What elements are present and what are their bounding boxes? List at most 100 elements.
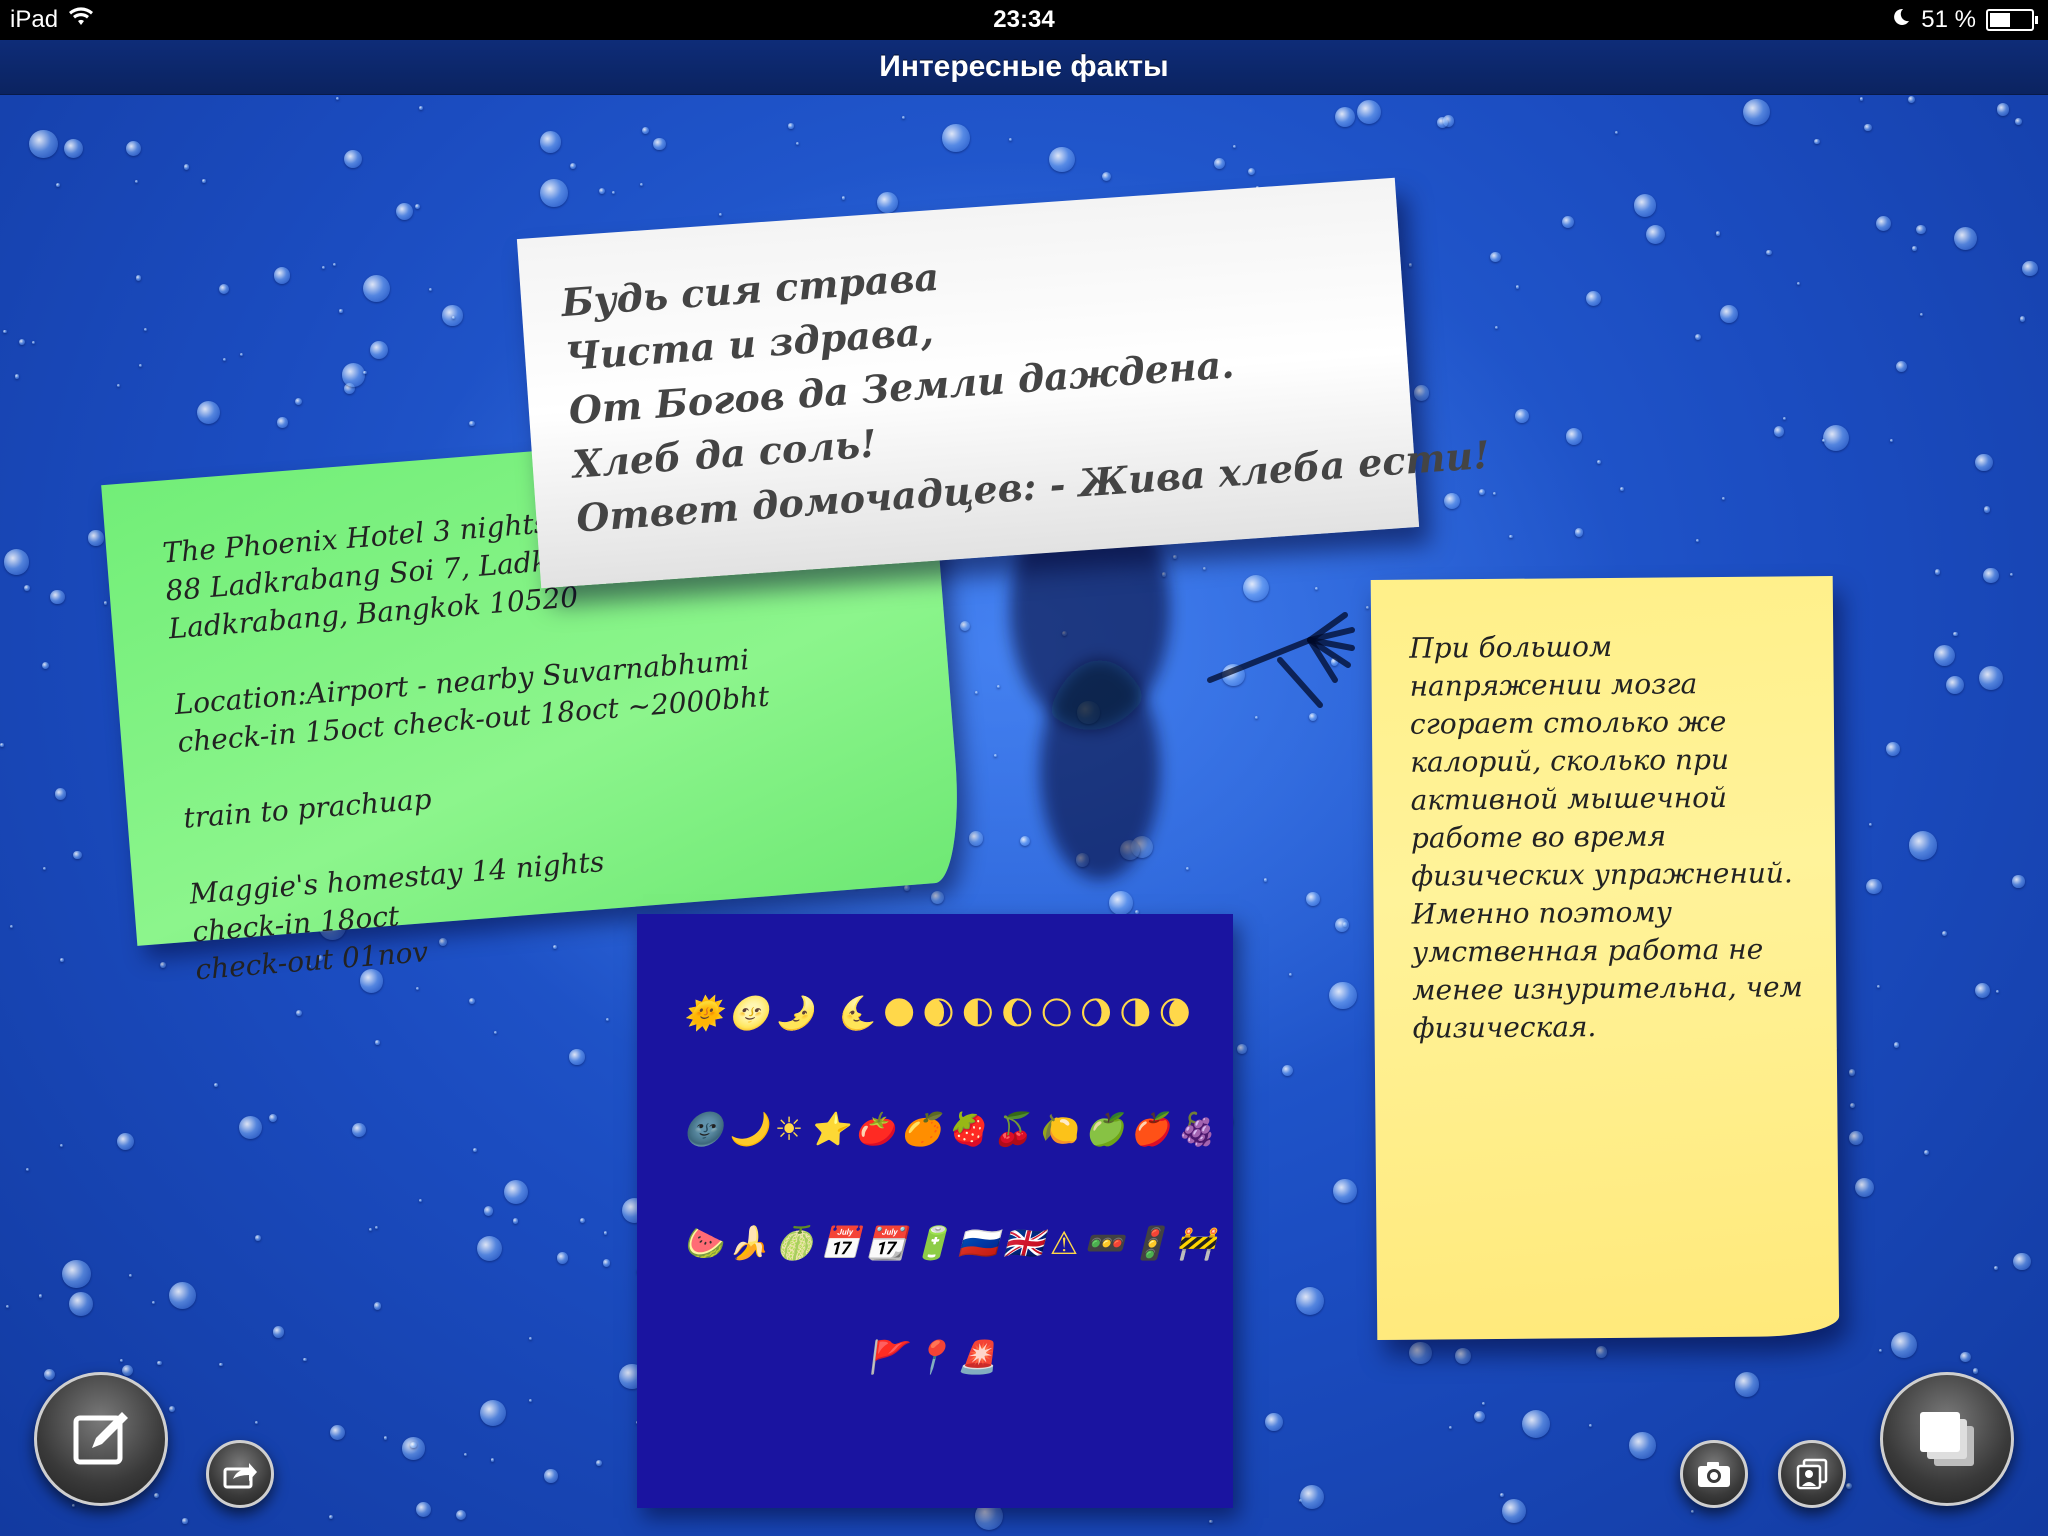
water-drop xyxy=(352,1122,367,1137)
water-drop xyxy=(1562,216,1575,229)
emoji-row: 🌚🌙☀⭐🍅🍊🍓🍒🍋🍏🍎🍇 xyxy=(683,1110,1222,1148)
water-drop xyxy=(135,275,142,282)
water-drop xyxy=(1595,1346,1608,1359)
status-time: 23:34 xyxy=(993,6,1055,33)
water-drop xyxy=(1720,305,1739,323)
camera-button[interactable] xyxy=(1680,1440,1748,1508)
photo-library-icon xyxy=(1796,1458,1828,1490)
water-drop xyxy=(1875,216,1891,232)
water-drop xyxy=(930,890,945,905)
water-drop xyxy=(54,788,67,800)
water-drop xyxy=(1886,742,1901,757)
water-drop xyxy=(339,309,343,313)
yellow-note-line: Именно поэтому xyxy=(1411,895,1673,931)
water-drop xyxy=(202,179,206,183)
water-drop xyxy=(73,851,82,860)
notes-stack-button[interactable] xyxy=(1880,1372,2014,1506)
water-drop xyxy=(1335,107,1356,128)
water-drop xyxy=(23,584,31,591)
water-drop xyxy=(56,183,61,187)
water-drop xyxy=(342,363,366,387)
sticky-note-emoji[interactable]: 🌞🌝🌛 🌜🌑🌒🌓🌔🌕🌖🌗🌘 🌚🌙☀⭐🍅🍊🍓🍒🍋🍏🍎🍇 🍉🍌🍈📅📆🔋🇷🇺🇬🇧⚠🚥🚦… xyxy=(637,914,1233,1508)
water-drop xyxy=(1912,246,1917,251)
water-drop xyxy=(903,885,911,892)
sticky-note-yellow[interactable]: При большом напряжении мозга сгорает сто… xyxy=(1370,575,1840,1341)
water-drop xyxy=(528,1336,532,1340)
water-drop xyxy=(1915,224,1926,235)
water-drop xyxy=(1923,1149,1930,1156)
notes-stack-icon xyxy=(1920,1412,1974,1466)
water-drop xyxy=(2012,875,2025,888)
yellow-note-line: сгорает столько же xyxy=(1409,704,1727,741)
water-drop xyxy=(3,329,7,334)
camera-icon xyxy=(1698,1462,1730,1487)
water-drop xyxy=(1863,123,1872,132)
yellow-note-line: физическая. xyxy=(1412,1010,1597,1045)
water-drop xyxy=(602,1259,611,1267)
water-drop xyxy=(544,1469,558,1483)
water-drop xyxy=(42,867,46,871)
emoji-row: 🍉🍌🍈📅📆🔋🇷🇺🇬🇧⚠🚥🚦🚧 xyxy=(683,1224,1222,1262)
water-drop xyxy=(369,1227,373,1231)
water-drop xyxy=(28,129,58,159)
water-drop xyxy=(219,1362,224,1367)
water-drop xyxy=(38,1294,43,1298)
water-drop xyxy=(223,358,227,362)
water-drop xyxy=(277,417,288,428)
water-drop xyxy=(125,141,141,157)
photo-library-button[interactable] xyxy=(1778,1440,1846,1508)
yellow-note-line: физических упражнений. xyxy=(1411,856,1793,893)
water-drop xyxy=(1715,230,1721,236)
water-drop xyxy=(1694,333,1701,340)
water-drop xyxy=(642,126,650,134)
water-drop xyxy=(1743,98,1771,126)
water-drop xyxy=(1933,644,1955,667)
water-drop xyxy=(1690,1509,1695,1514)
water-drop xyxy=(1494,326,1498,330)
water-drop xyxy=(14,374,20,379)
water-drop xyxy=(1509,534,1513,538)
water-drop xyxy=(1522,1410,1551,1439)
compose-icon xyxy=(73,1412,128,1465)
yellow-note-text: При большом напряжении мозга сгорает сто… xyxy=(1409,626,1823,1048)
water-drop xyxy=(1695,539,1699,543)
water-drop xyxy=(539,131,562,153)
sticky-note-white[interactable]: Будь сия страва Чиста и здрава, От Богов… xyxy=(516,177,1491,589)
water-drop xyxy=(1295,1287,1324,1316)
water-drop xyxy=(1859,97,1863,101)
water-drop xyxy=(1953,226,1977,250)
emoji-row: 🚩📍🚨 xyxy=(866,1338,1004,1376)
water-drop xyxy=(169,1282,197,1309)
water-drop xyxy=(1993,1265,1998,1270)
water-drop xyxy=(60,958,64,962)
water-drop xyxy=(1482,1401,1486,1405)
water-drop xyxy=(472,1147,477,1152)
shadow-figure-icon xyxy=(1010,520,1355,880)
water-drop xyxy=(719,213,723,217)
water-drop xyxy=(41,661,50,670)
water-drop xyxy=(580,1217,586,1223)
water-drop xyxy=(1850,1103,1856,1109)
water-drop xyxy=(2019,316,2025,322)
water-drop xyxy=(1596,459,1602,465)
water-drop xyxy=(1233,145,1237,149)
yellow-note-line: менее изнурительна, чем xyxy=(1412,970,1803,1007)
compose-button[interactable] xyxy=(34,1372,168,1506)
water-drop xyxy=(254,1420,258,1425)
share-button[interactable] xyxy=(206,1440,274,1508)
water-drop xyxy=(1515,409,1529,423)
water-drop xyxy=(1454,1348,1471,1365)
water-drop xyxy=(1997,103,2010,116)
water-drop xyxy=(1437,116,1448,128)
water-drop xyxy=(975,691,979,695)
water-drop xyxy=(152,1301,156,1305)
water-drop xyxy=(1877,985,1881,989)
water-drop xyxy=(159,961,167,969)
water-drop xyxy=(414,203,420,210)
water-drop xyxy=(335,97,339,101)
water-drop xyxy=(103,601,108,605)
water-drop xyxy=(1501,1498,1527,1523)
water-drop xyxy=(333,262,337,266)
water-drop xyxy=(1782,416,1786,420)
yellow-note-line: напряжении мозга xyxy=(1409,667,1698,703)
